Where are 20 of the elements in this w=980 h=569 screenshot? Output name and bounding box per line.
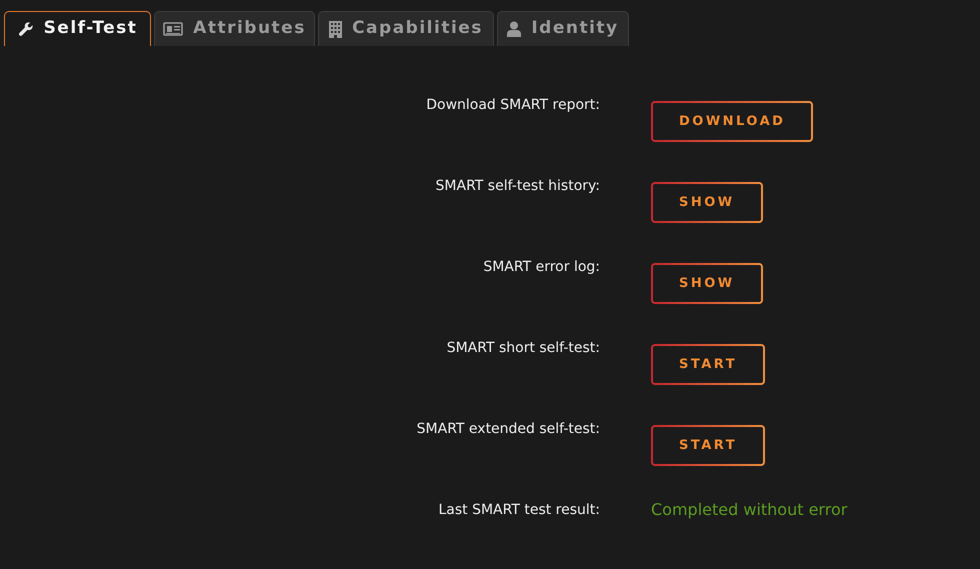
- field-label: SMART short self-test:: [446, 339, 600, 358]
- building-icon: [329, 20, 342, 38]
- action-button[interactable]: DOWNLOAD: [651, 101, 814, 142]
- id-card-icon: [163, 21, 184, 37]
- user-icon: [507, 21, 522, 37]
- wrench-icon: [18, 21, 34, 37]
- field-label: SMART error log:: [482, 258, 600, 277]
- tab[interactable]: Self-Test: [4, 11, 151, 46]
- field-label: SMART self-test history:: [434, 177, 600, 196]
- action-button[interactable]: START: [651, 344, 766, 385]
- status-text: Completed without error: [651, 500, 848, 520]
- tab[interactable]: Attributes: [154, 11, 315, 46]
- action-button[interactable]: SHOW: [651, 182, 763, 223]
- field-label: Last SMART test result:: [437, 501, 600, 520]
- action-button[interactable]: SHOW: [651, 263, 763, 304]
- action-button[interactable]: START: [651, 425, 766, 466]
- tab[interactable]: Capabilities: [318, 11, 494, 46]
- field-label: SMART extended self-test:: [416, 420, 600, 439]
- field-label: Download SMART report:: [425, 96, 600, 115]
- tab[interactable]: Identity: [497, 11, 629, 46]
